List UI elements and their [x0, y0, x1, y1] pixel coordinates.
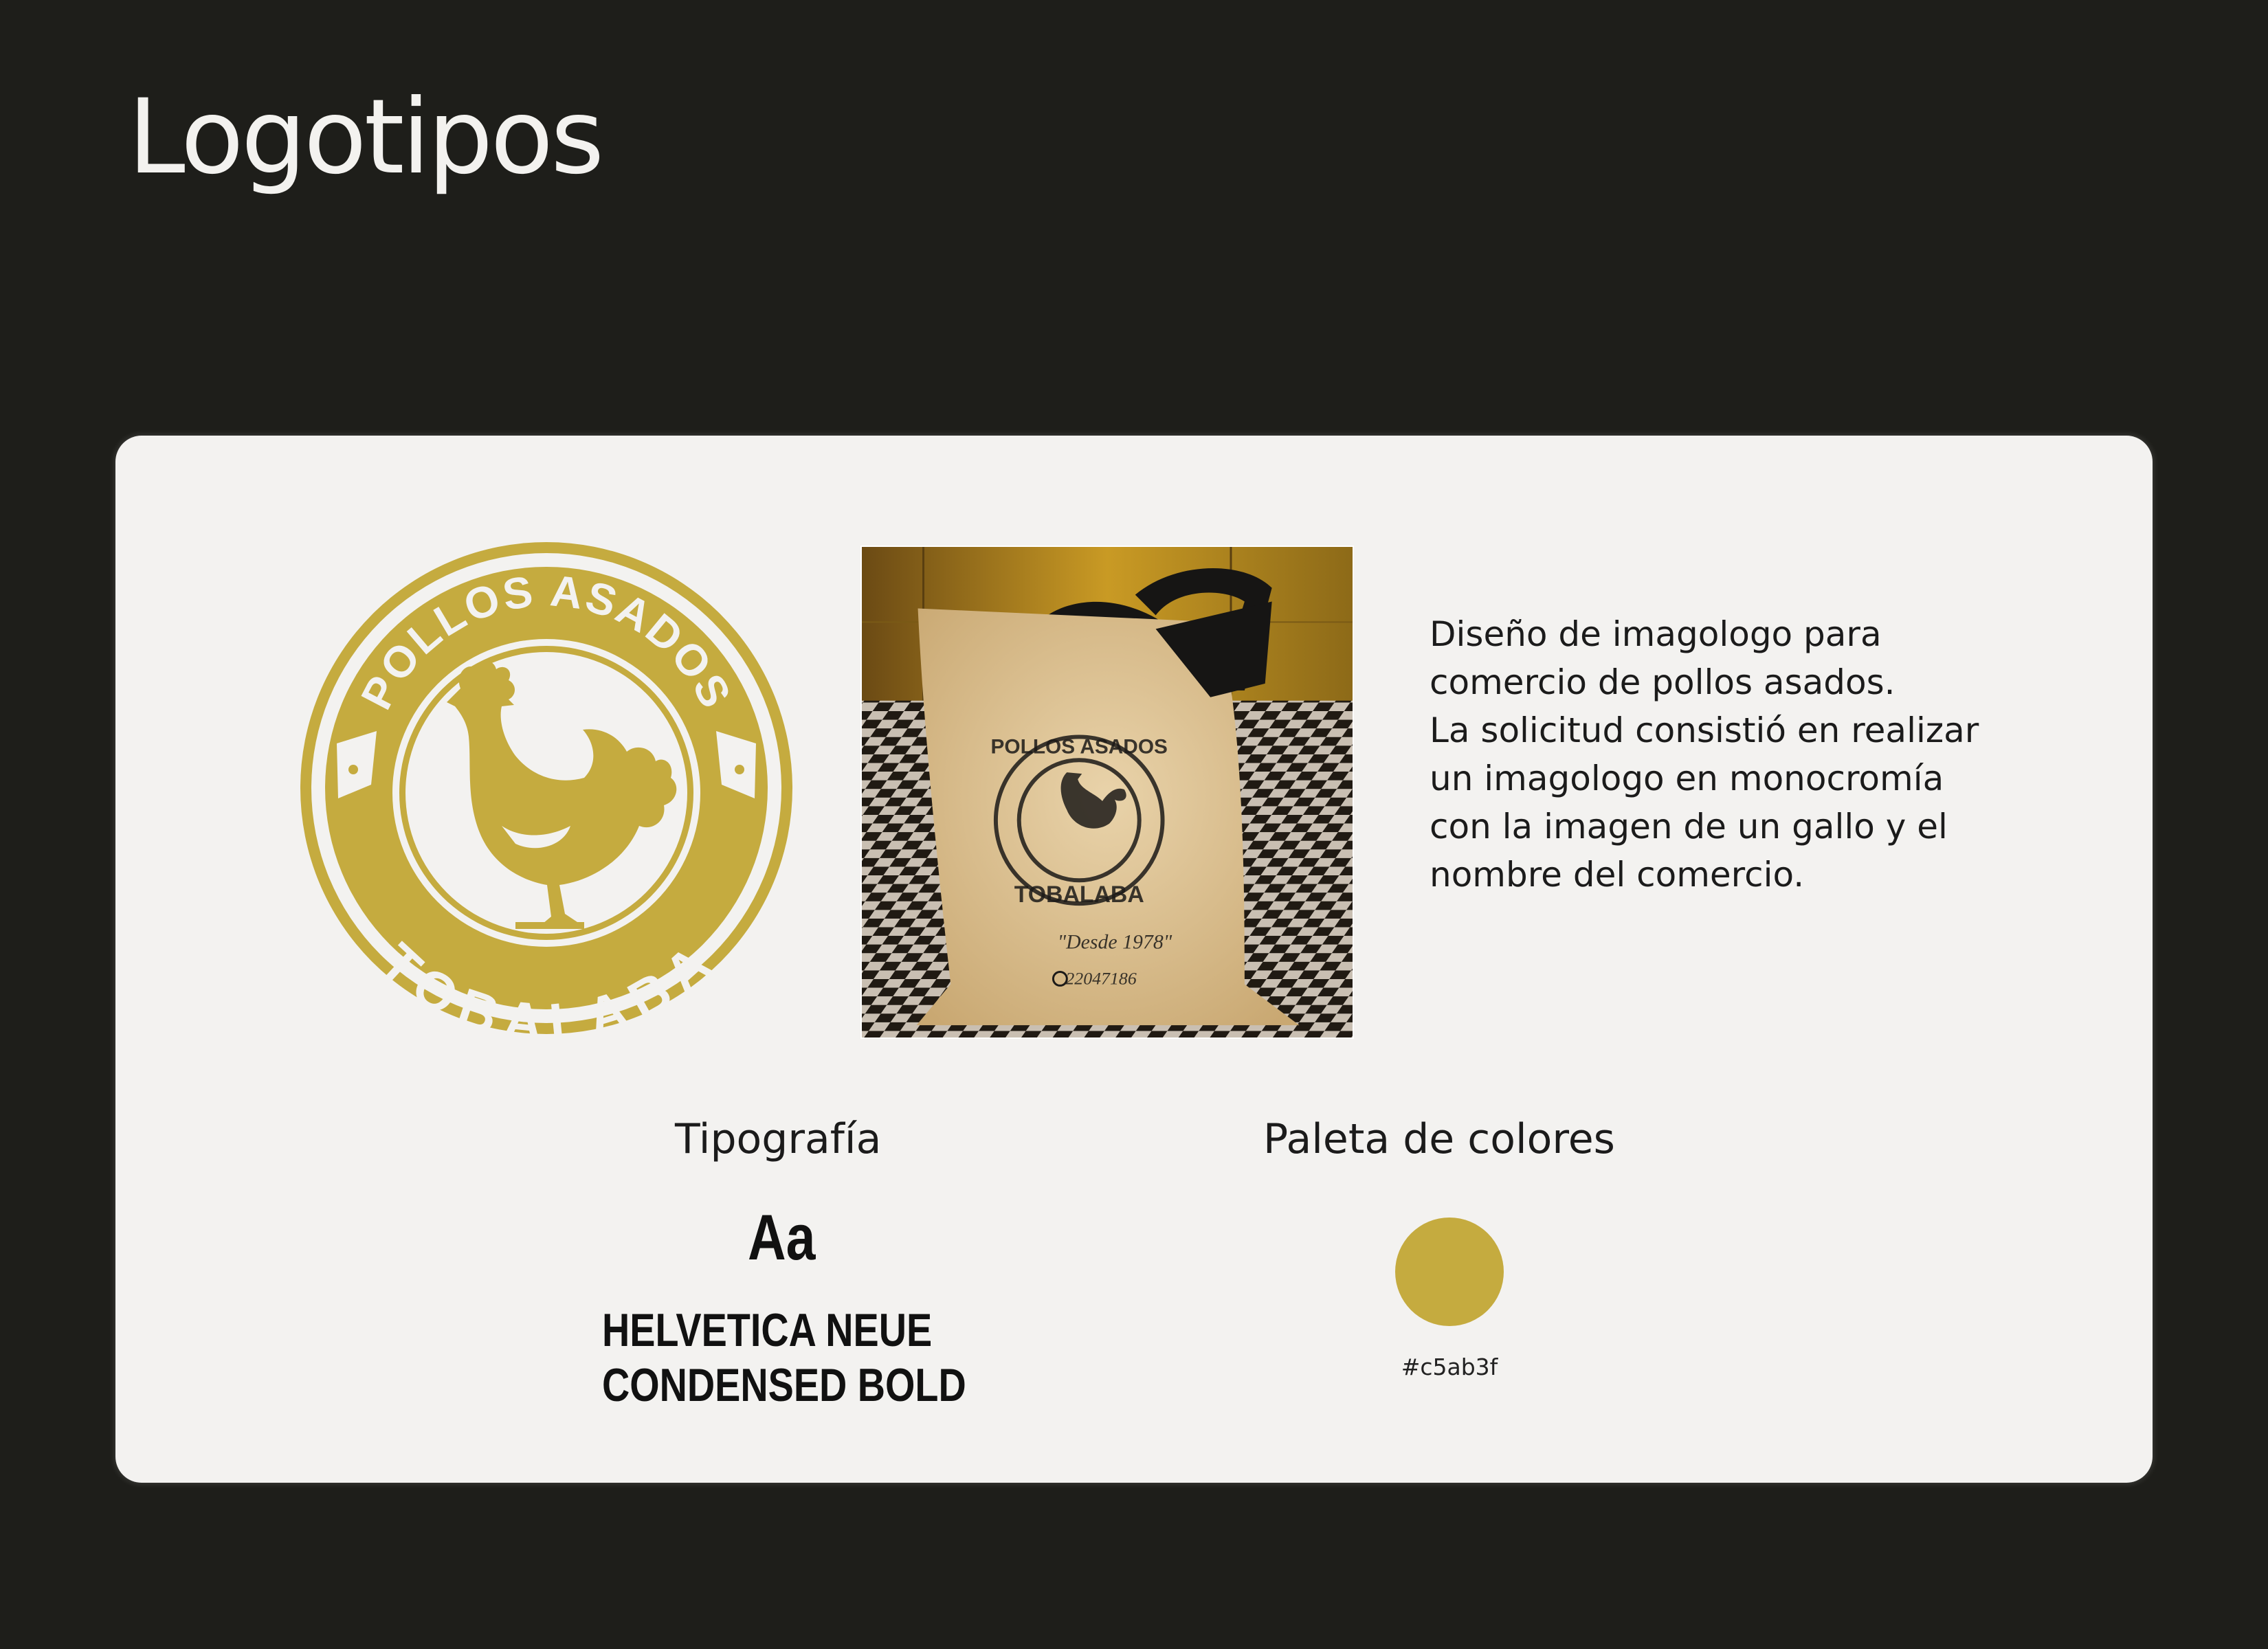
pollos-asados-emblem-logo: POLLOS ASADOS TOBALABA — [300, 542, 792, 1039]
description-line: con la imagen de un gallo y el — [1430, 807, 1948, 846]
tote-bag-icon: POLLOS ASADOS TOBALABA "Desde 1978" 2204… — [862, 547, 1353, 1037]
description-line: Diseño de imagologo para — [1430, 614, 1882, 654]
stamp-top-text: POLLOS ASADOS — [991, 735, 1168, 758]
project-description: Diseño de imagologo para comercio de pol… — [1430, 610, 2103, 899]
font-name: HELVETICA NEUE CONDENSED BOLD — [602, 1303, 966, 1413]
palette-heading: Paleta de colores — [1263, 1115, 1615, 1163]
type-sample: Aa — [748, 1201, 816, 1273]
page-title: Logotipos — [128, 78, 604, 197]
font-name-line: HELVETICA NEUE — [602, 1304, 933, 1356]
tote-bag-photo: POLLOS ASADOS TOBALABA "Desde 1978" 2204… — [860, 546, 1354, 1039]
bag-tagline: "Desde 1978" — [1058, 931, 1172, 954]
stamp-bottom-text: TOBALABA — [1014, 882, 1144, 908]
description-line: La solicitud consistió en realizar — [1430, 710, 1979, 750]
description-line: nombre del comercio. — [1430, 855, 1805, 895]
font-name-line: CONDENSED BOLD — [602, 1359, 966, 1411]
color-swatch — [1395, 1218, 1504, 1326]
typography-heading: Tipografía — [675, 1115, 882, 1163]
bag-phone: 22047186 — [1065, 968, 1136, 988]
description-line: un imagologo en monocromía — [1430, 759, 1944, 798]
description-line: comercio de pollos asados. — [1430, 662, 1895, 702]
color-swatch-code: #c5ab3f — [1401, 1354, 1498, 1380]
logo-card: POLLOS ASADOS TOBALABA POLLOS ASADOS TOB… — [115, 436, 2153, 1483]
